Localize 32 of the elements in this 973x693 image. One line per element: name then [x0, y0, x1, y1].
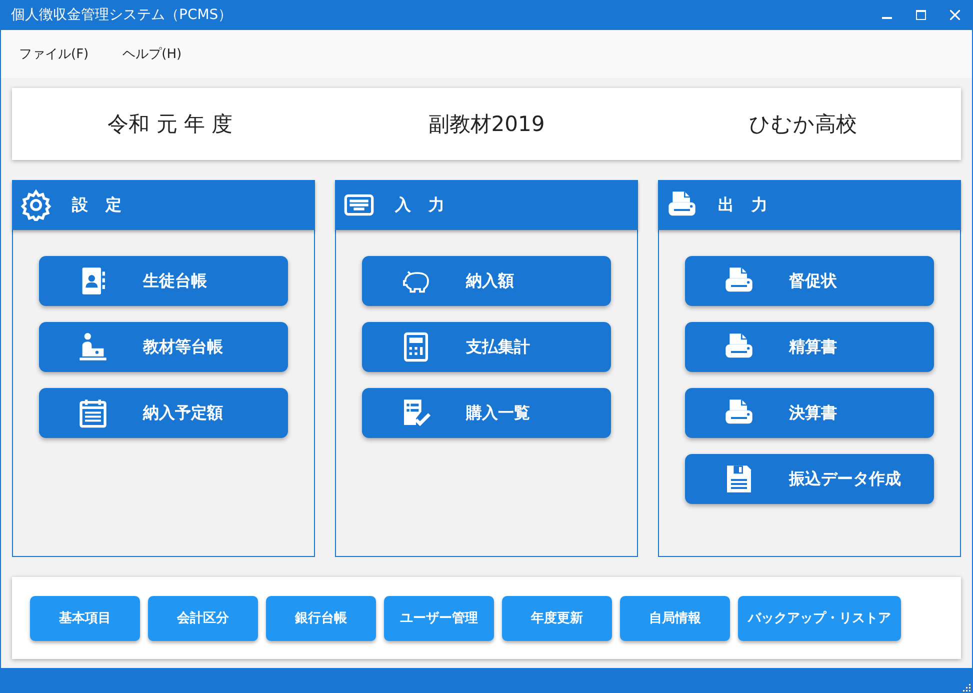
menu-button[interactable]: 教材等台帳 [39, 322, 288, 372]
menu-button[interactable]: 精算書 [685, 322, 934, 372]
panel-title: 出 力 [718, 194, 768, 216]
footer-button[interactable]: 基本項目 [30, 596, 140, 640]
menu-button[interactable]: 督促状 [685, 256, 934, 306]
menu-button[interactable]: 生徒台帳 [39, 256, 288, 306]
menu-button[interactable]: 支払集計 [362, 322, 611, 372]
footer-button[interactable]: 年度更新 [502, 596, 612, 640]
resize-grip-icon[interactable] [963, 684, 971, 692]
person-at-desk-icon [77, 331, 109, 363]
footer-button[interactable]: 会計区分 [148, 596, 258, 640]
menu-button[interactable]: 購入一覧 [362, 388, 611, 438]
close-icon[interactable] [950, 10, 960, 20]
menu-item[interactable]: ヘルプ(H) [122, 45, 182, 63]
maximize-icon[interactable] [916, 10, 926, 20]
panel-title: 設 定 [72, 194, 122, 216]
menu-button[interactable]: 納入予定額 [39, 388, 288, 438]
school-name: ひむか高校 [748, 111, 858, 138]
menu-button[interactable]: 振込データ作成 [685, 454, 934, 504]
settings-icon [20, 189, 52, 221]
menu-button[interactable]: 決算書 [685, 388, 934, 438]
footer-button[interactable]: 銀行台帳 [266, 596, 376, 640]
footer-button[interactable]: バックアップ・リストア [738, 596, 901, 640]
fiscal-year: 令和 元 年 度 [106, 111, 234, 138]
subject-name: 副教材2019 [427, 111, 546, 138]
window-title: 個人徴収金管理システム（PCMS） [11, 6, 234, 24]
panel-title: 入 力 [395, 194, 445, 216]
footer-button[interactable]: 自局情報 [620, 596, 730, 640]
calendar-icon [77, 397, 109, 429]
menu-button[interactable]: 納入額 [362, 256, 611, 306]
menu-item[interactable]: ファイル(F) [19, 45, 89, 63]
footer-button[interactable]: ユーザー管理 [384, 596, 494, 640]
